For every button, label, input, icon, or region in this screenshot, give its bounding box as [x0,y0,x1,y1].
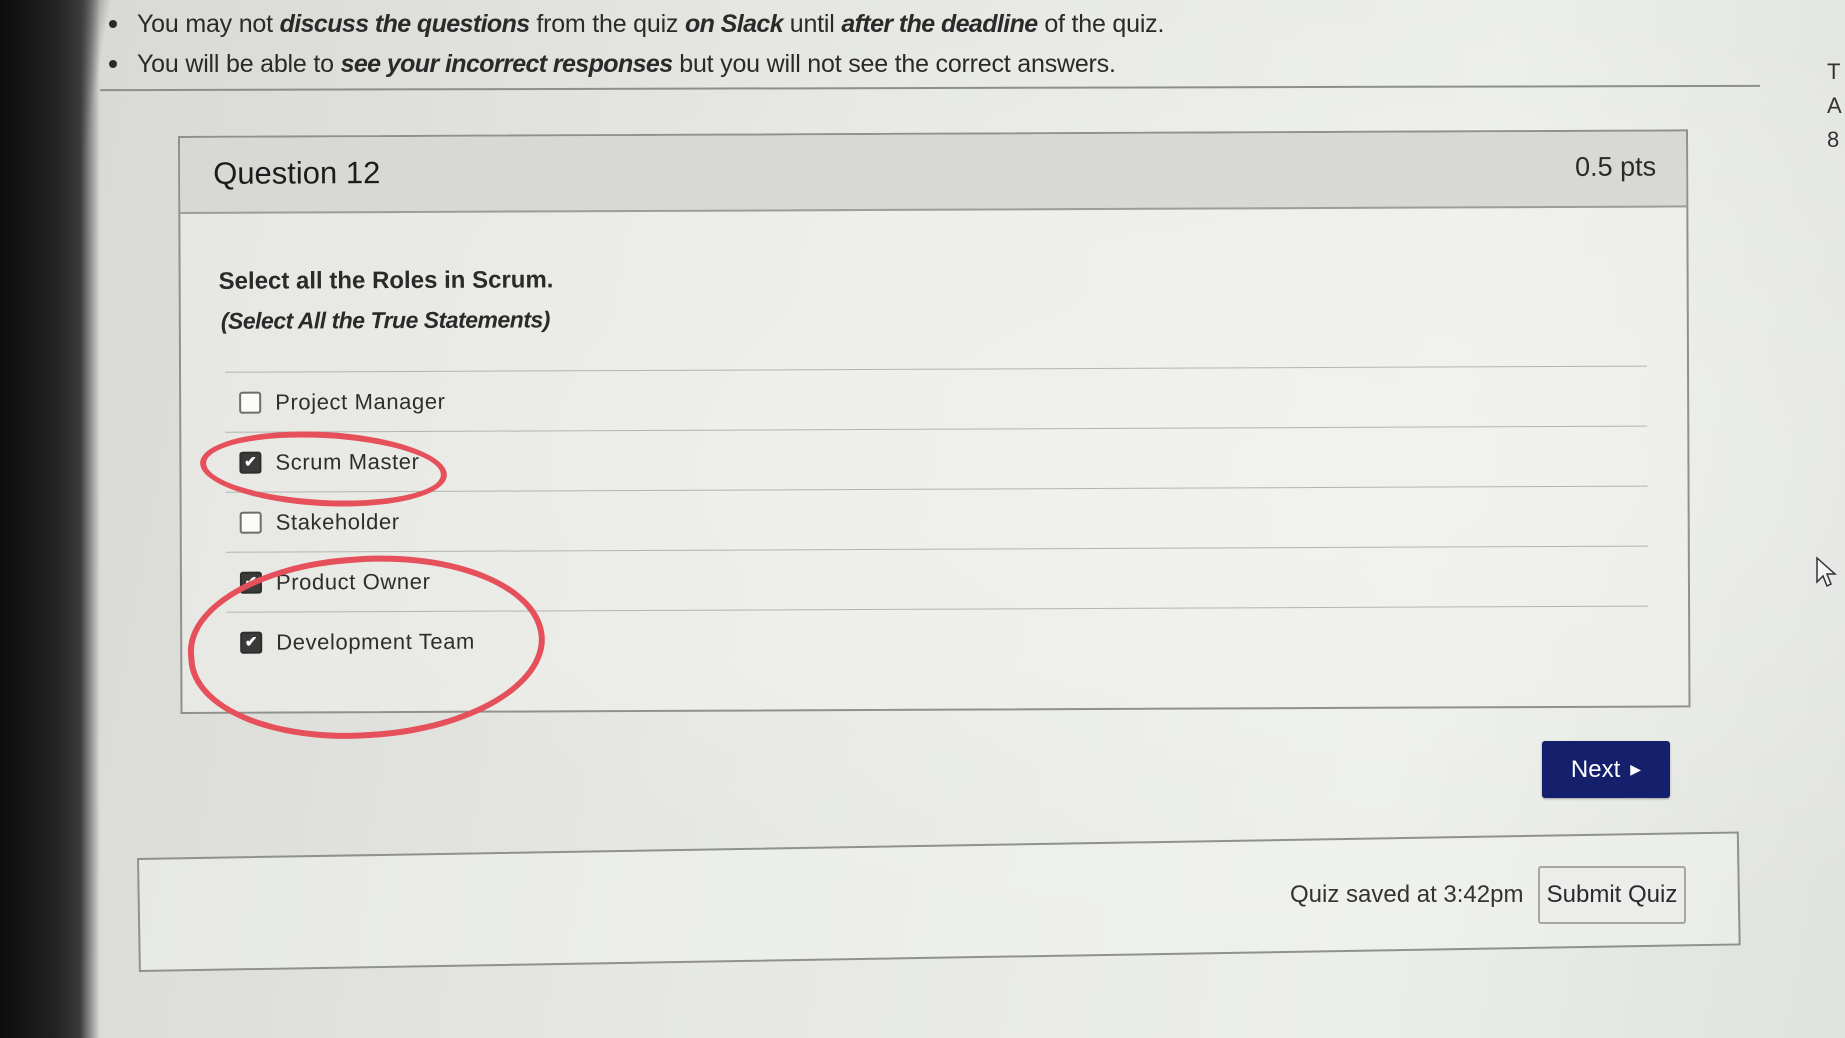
clipped-sidebar-text: T A 8 [1827,55,1845,157]
check-icon: ✔ [244,453,257,471]
check-icon: ✔ [244,633,258,651]
question-text: Select all the Roles in Scrum. [218,266,554,295]
mouse-pointer-icon [1816,556,1837,588]
instruction-text: You may not discuss the questions from t… [137,9,1165,38]
checkbox[interactable]: ✔ [239,451,262,474]
answer-label[interactable]: Project Manager [275,388,446,415]
answer-label[interactable]: Development Team [276,628,475,655]
answer-option-scrum-master[interactable]: ✔ Scrum Master [225,426,1648,493]
checkbox[interactable]: ✔ [240,631,263,654]
answer-option-stakeholder[interactable]: Stakeholder [225,486,1648,553]
bullet-icon [109,60,117,68]
checkbox[interactable] [239,511,262,534]
answer-label[interactable]: Stakeholder [276,509,400,536]
next-button[interactable]: Next ▶ [1542,741,1670,798]
answer-option-product-owner[interactable]: ✔ Product Owner [225,546,1649,613]
answer-option-project-manager[interactable]: Project Manager [225,366,1648,433]
question-header: Question 12 0.5 pts [180,131,1687,214]
next-label: Next [1570,755,1621,783]
monitor-bezel [0,0,100,1038]
question-note: (Select All the True Statements) [220,306,550,334]
question-title: Question 12 [213,155,381,191]
instruction-item: You may not discuss the questions from t… [105,4,1765,44]
check-icon: ✔ [244,573,258,591]
checkbox[interactable] [239,391,262,414]
answer-list: Project Manager ✔ Scrum Master Stakehold… [225,365,1649,672]
answer-label[interactable]: Product Owner [276,568,431,595]
answer-option-development-team[interactable]: ✔ Development Team [226,607,1648,672]
edge-text: 8 [1827,127,1840,152]
section-divider [100,84,1760,92]
quiz-instructions: You may not discuss the questions from t… [105,4,1765,84]
triangle-right-icon: ▶ [1630,761,1642,777]
instruction-item: You will be able to see your incorrect r… [105,44,1765,84]
quiz-saved-status: Quiz saved at 3:42pm [1290,881,1524,908]
question-panel: Question 12 0.5 pts Select all the Roles… [178,129,1691,714]
bullet-icon [109,20,117,28]
edge-text: T [1827,59,1841,84]
question-points: 0.5 pts [1575,151,1657,182]
edge-text: A [1827,93,1842,118]
answer-label[interactable]: Scrum Master [275,448,419,475]
instruction-text: You will be able to see your incorrect r… [137,49,1116,78]
checkbox[interactable]: ✔ [239,571,262,594]
submit-quiz-button[interactable]: Submit Quiz [1538,866,1686,924]
